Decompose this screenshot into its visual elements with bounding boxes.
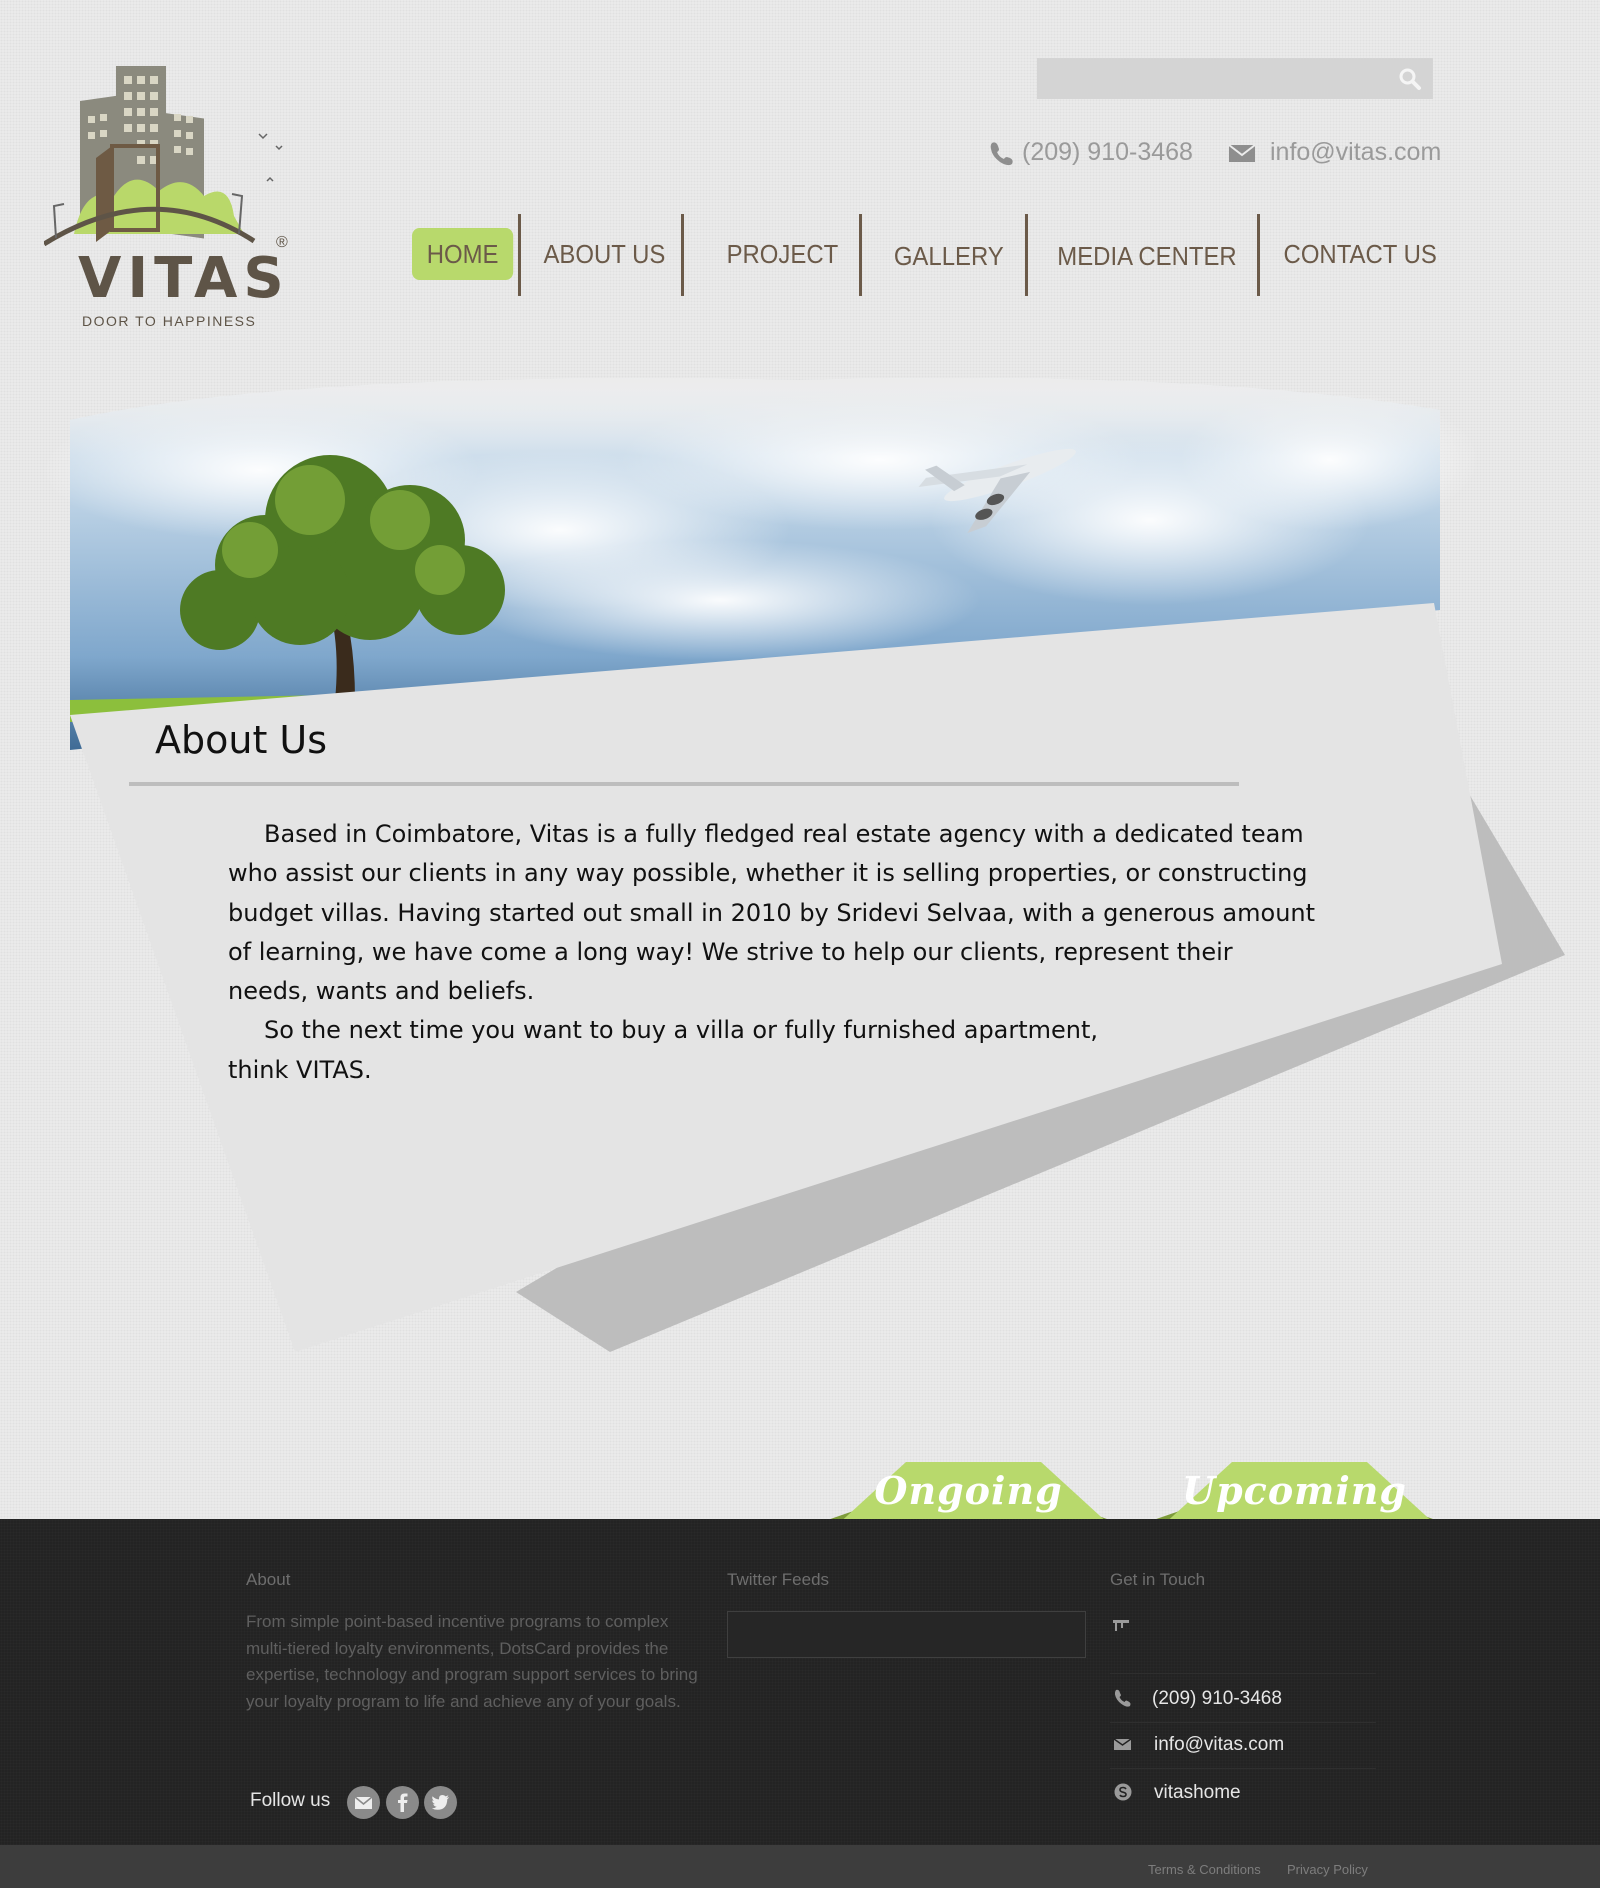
phone-icon xyxy=(990,142,1013,166)
about-paragraph-line: think VITAS. xyxy=(228,1055,372,1084)
twitter-icon xyxy=(431,1795,449,1810)
twitter-feed-box xyxy=(727,1611,1086,1658)
tab-ongoing-label: Ongoing xyxy=(874,1468,1063,1513)
mail-icon xyxy=(354,1796,373,1809)
contact-email-text: info@vitas.com xyxy=(1154,1734,1285,1755)
contact-row-email[interactable]: info@vitas.com xyxy=(1110,1722,1376,1769)
nav-about-us-label: ABOUT US xyxy=(543,239,666,269)
nav-contact-us[interactable]: CONTACT US xyxy=(1282,212,1438,296)
about-body: Based in Coimbatore, Vitas is a fully fl… xyxy=(228,815,1318,1090)
contact-row-divider xyxy=(1110,1629,1376,1674)
search-button[interactable] xyxy=(1397,66,1423,92)
about-title: About Us xyxy=(155,718,328,762)
about-paragraph: So the next time you want to buy a villa… xyxy=(228,1011,1318,1050)
nav-divider xyxy=(1025,214,1028,296)
nav-contact-us-label: CONTACT US xyxy=(1283,239,1437,269)
contact-phone-text: (209) 910-3468 xyxy=(1152,1688,1282,1709)
nav-media-center-label: MEDIA CENTER xyxy=(1057,241,1237,271)
follow-us-label: Follow us xyxy=(250,1790,331,1811)
footer-twitter-heading: Twitter Feeds xyxy=(727,1570,830,1589)
mail-icon xyxy=(1228,144,1256,162)
nav-divider xyxy=(859,214,862,296)
search-input[interactable] xyxy=(1037,58,1377,99)
nav-project-label: PROJECT xyxy=(726,239,839,269)
phone-icon xyxy=(1114,1689,1131,1707)
nav-divider xyxy=(518,214,521,296)
nav-media-center[interactable]: MEDIA CENTER xyxy=(1055,214,1239,298)
header-email-text: info@vitas.com xyxy=(1270,138,1442,166)
facebook-icon xyxy=(398,1793,408,1812)
nav-home-label: HOME xyxy=(412,228,514,280)
tab-upcoming-label: Upcoming xyxy=(1181,1468,1408,1513)
contact-row-skype[interactable]: vitashome xyxy=(1110,1770,1376,1816)
social-email-button[interactable] xyxy=(347,1786,380,1819)
footer-about-heading: About xyxy=(246,1570,291,1589)
footer-contact-heading: Get in Touch xyxy=(1110,1570,1206,1589)
header-phone-text: (209) 910-3468 xyxy=(1022,138,1193,166)
nav-about-us[interactable]: ABOUT US xyxy=(540,212,669,296)
about-paragraph: Based in Coimbatore, Vitas is a fully fl… xyxy=(228,820,1316,1006)
skype-icon xyxy=(1114,1783,1132,1801)
social-facebook-button[interactable] xyxy=(386,1786,419,1819)
search-box xyxy=(1037,58,1433,99)
about-divider xyxy=(129,782,1239,786)
nav-project[interactable]: PROJECT xyxy=(718,212,847,296)
contact-skype-text: vitashome xyxy=(1154,1782,1241,1803)
contact-row-phone: (209) 910-3468 xyxy=(1110,1676,1376,1723)
logo[interactable]: VITAS DOOR TO HAPPINESS ® xyxy=(44,66,294,336)
search-icon xyxy=(1399,68,1421,90)
nav-gallery[interactable]: GALLERY xyxy=(889,214,1009,298)
nav-gallery-label: GALLERY xyxy=(893,241,1004,271)
social-twitter-button[interactable] xyxy=(424,1786,457,1819)
nav-divider xyxy=(1257,214,1260,296)
about-paragraph-line: So the next time you want to buy a villa… xyxy=(264,1016,1099,1045)
logo-wordmark: VITAS xyxy=(78,246,290,311)
terms-link[interactable]: Terms & Conditions xyxy=(1148,1862,1261,1877)
mail-icon xyxy=(1113,1738,1132,1750)
logo-tagline: DOOR TO HAPPINESS xyxy=(82,313,257,329)
registered-mark: ® xyxy=(276,234,288,251)
footer-about-text: From simple point-based incentive progra… xyxy=(246,1612,698,1711)
nav-home[interactable]: HOME xyxy=(412,212,514,296)
nav-divider xyxy=(681,214,684,296)
privacy-link[interactable]: Privacy Policy xyxy=(1287,1862,1368,1877)
